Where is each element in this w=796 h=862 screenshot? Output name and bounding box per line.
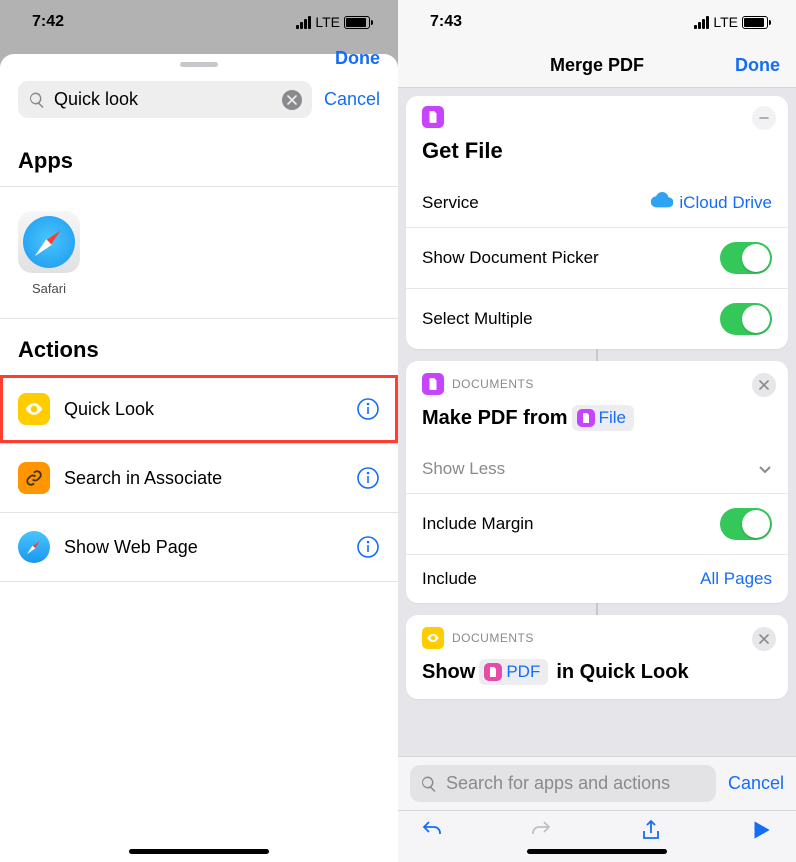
- signal-icon: [694, 16, 709, 29]
- action-label: Show Web Page: [64, 537, 342, 558]
- action-show-web-page[interactable]: Show Web Page: [0, 513, 398, 582]
- app-label: Safari: [32, 281, 66, 296]
- select-multiple-toggle[interactable]: [720, 303, 772, 335]
- select-multiple-row: Select Multiple: [406, 289, 788, 349]
- safari-small-icon: [18, 531, 50, 563]
- share-button[interactable]: [639, 818, 663, 847]
- row-label: Show Document Picker: [422, 248, 710, 268]
- eye-icon: [18, 393, 50, 425]
- include-value[interactable]: All Pages: [700, 569, 772, 589]
- action-search-input[interactable]: Search for apps and actions: [410, 765, 716, 802]
- show-less-row[interactable]: Show Less: [406, 445, 788, 494]
- search-placeholder: Search for apps and actions: [446, 773, 706, 794]
- status-time: 7:43: [430, 13, 462, 31]
- file-icon: [422, 106, 444, 128]
- info-button[interactable]: [356, 466, 380, 490]
- delete-action-button[interactable]: [752, 373, 776, 397]
- info-button[interactable]: [356, 397, 380, 421]
- icloud-icon: [651, 192, 673, 213]
- pdf-token-icon: [484, 663, 502, 681]
- nav-bar: Merge PDF Done: [398, 44, 796, 88]
- search-input[interactable]: Quick look: [18, 81, 312, 118]
- pdf-variable-token[interactable]: PDF: [479, 659, 548, 685]
- card-category: DOCUMENTS: [406, 361, 788, 397]
- info-button[interactable]: [356, 535, 380, 559]
- action-card-quick-look[interactable]: DOCUMENTS Show PDF in Quick Look: [406, 615, 788, 699]
- network-label: LTE: [713, 14, 738, 30]
- action-label: Search in Associate: [64, 468, 342, 489]
- battery-icon: [742, 16, 768, 29]
- connector-line: [596, 349, 598, 361]
- clear-search-button[interactable]: [282, 90, 302, 110]
- left-screenshot: 7:42 LTE Done Quick look Cancel Apps Saf…: [0, 0, 398, 862]
- cancel-button[interactable]: Cancel: [728, 773, 784, 794]
- redo-button[interactable]: [529, 818, 553, 847]
- home-indicator[interactable]: [129, 849, 269, 854]
- card-title: Make PDF from File: [406, 397, 788, 445]
- card-title: Get File: [406, 128, 788, 178]
- app-safari[interactable]: Safari: [0, 187, 98, 318]
- action-search-associate[interactable]: Search in Associate: [0, 444, 398, 513]
- done-button[interactable]: Done: [735, 55, 780, 76]
- sheet-grabber[interactable]: [180, 62, 218, 67]
- search-input-value: Quick look: [54, 89, 274, 110]
- quicklook-icon: [422, 627, 444, 649]
- status-right: LTE: [694, 14, 768, 30]
- show-picker-row: Show Document Picker: [406, 228, 788, 289]
- service-row[interactable]: Service iCloud Drive: [406, 178, 788, 228]
- service-value[interactable]: iCloud Drive: [651, 192, 772, 213]
- home-indicator[interactable]: [527, 849, 667, 854]
- page-title: Merge PDF: [550, 55, 644, 76]
- bottom-search-bar: Search for apps and actions Cancel: [398, 756, 796, 810]
- row-label: Select Multiple: [422, 309, 710, 329]
- status-bar: 7:42 LTE: [0, 0, 398, 44]
- show-picker-toggle[interactable]: [720, 242, 772, 274]
- show-less-label: Show Less: [422, 459, 748, 479]
- card-category: DOCUMENTS: [406, 615, 788, 651]
- battery-icon: [344, 16, 370, 29]
- underlay-done-button[interactable]: Done: [335, 48, 380, 69]
- action-card-get-file[interactable]: Get File Service iCloud Drive Show Docum…: [406, 96, 788, 349]
- card-title: Show PDF in Quick Look: [406, 651, 788, 699]
- search-icon: [420, 775, 438, 793]
- signal-icon: [296, 16, 311, 29]
- documents-icon: [422, 373, 444, 395]
- status-right: LTE: [296, 14, 370, 30]
- shortcut-editor[interactable]: Get File Service iCloud Drive Show Docum…: [398, 88, 796, 708]
- chevron-down-icon: [758, 462, 772, 476]
- status-bar: 7:43 LTE: [398, 0, 796, 44]
- row-label: Include Margin: [422, 514, 710, 534]
- editor-toolbar: [398, 810, 796, 862]
- include-margin-toggle[interactable]: [720, 508, 772, 540]
- file-token-icon: [577, 409, 595, 427]
- action-quick-look[interactable]: Quick Look: [0, 375, 398, 444]
- undo-button[interactable]: [420, 818, 444, 847]
- include-pages-row[interactable]: Include All Pages: [406, 555, 788, 603]
- file-variable-token[interactable]: File: [572, 405, 634, 431]
- row-label: Include: [422, 569, 690, 589]
- search-sheet: Quick look Cancel Apps Safari Actions Qu…: [0, 54, 398, 862]
- cancel-button[interactable]: Cancel: [324, 89, 380, 110]
- actions-header: Actions: [0, 319, 398, 375]
- status-time: 7:42: [32, 13, 64, 31]
- collapse-button[interactable]: [752, 106, 776, 130]
- connector-line: [596, 603, 598, 615]
- row-label: Service: [422, 193, 641, 213]
- action-label: Quick Look: [64, 399, 342, 420]
- include-margin-row: Include Margin: [406, 494, 788, 555]
- delete-action-button[interactable]: [752, 627, 776, 651]
- right-screenshot: 7:43 LTE Merge PDF Done Get File Service: [398, 0, 796, 862]
- network-label: LTE: [315, 14, 340, 30]
- link-icon: [18, 462, 50, 494]
- action-card-make-pdf[interactable]: DOCUMENTS Make PDF from File Show Less: [406, 361, 788, 603]
- apps-header: Apps: [0, 130, 398, 187]
- run-button[interactable]: [748, 817, 774, 848]
- safari-icon: [18, 211, 80, 273]
- search-icon: [28, 91, 46, 109]
